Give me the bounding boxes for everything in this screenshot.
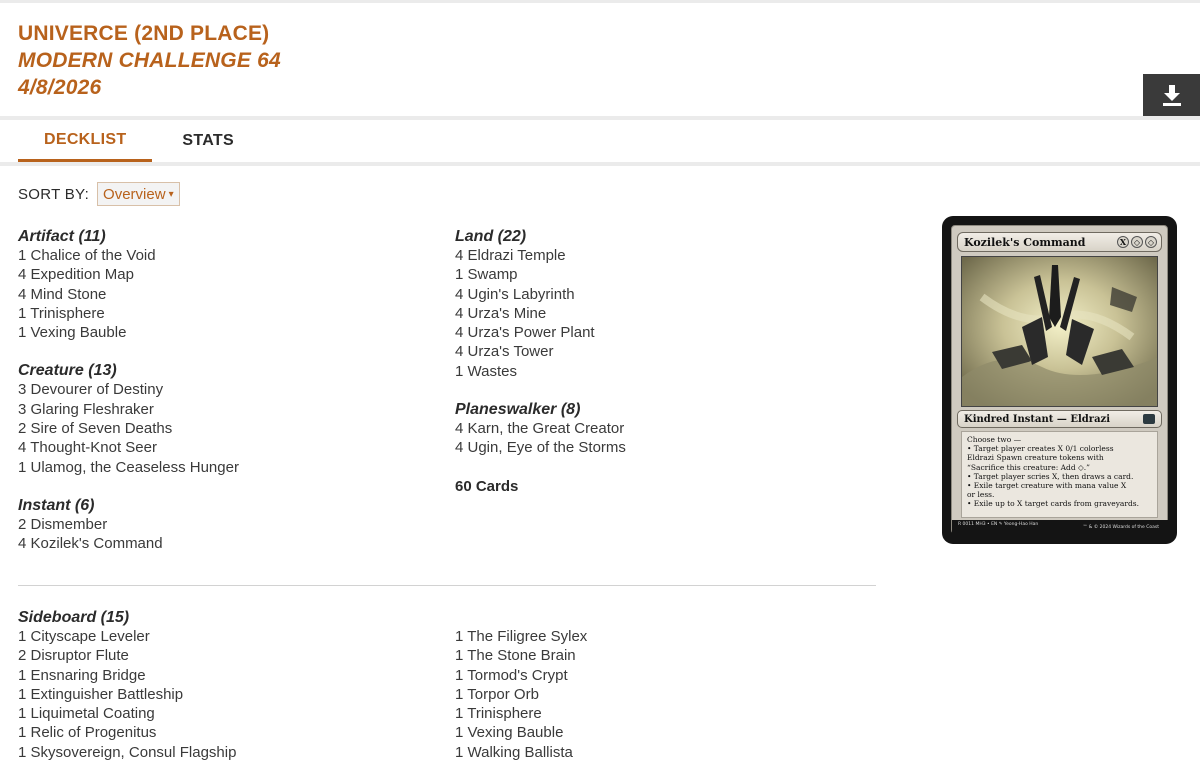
card-entry[interactable]: 4 Eldrazi Temple <box>455 246 875 265</box>
group-title: Instant (6) <box>18 496 95 514</box>
card-entry[interactable]: 1 Extinguisher Battleship <box>18 685 438 704</box>
card-entry[interactable]: 3 Glaring Fleshraker <box>18 400 438 419</box>
card-group-planeswalker: Planeswalker (8) 4 Karn, the Great Creat… <box>455 400 875 458</box>
card-rules-text: Choose two — • Target player creates X 0… <box>961 431 1158 518</box>
card-group-instant: Instant (6) 2 Dismember 4 Kozilek's Comm… <box>18 496 438 554</box>
card-entry[interactable]: 4 Ugin, Eye of the Storms <box>455 438 875 457</box>
card-entry[interactable]: 1 Relic of Progenitus <box>18 723 438 742</box>
download-icon <box>1162 85 1181 106</box>
card-entry[interactable]: 1 Walking Ballista <box>455 743 875 762</box>
sort-value: Overview <box>103 185 166 203</box>
mainboard-right-column: Land (22) 4 Eldrazi Temple 1 Swamp 4 Ugi… <box>455 227 875 496</box>
top-rule <box>0 0 1200 3</box>
card-entry[interactable]: 4 Urza's Mine <box>455 304 875 323</box>
rules-line: or less. <box>967 490 995 500</box>
deck-tabs: DECKLIST STATS <box>18 120 260 164</box>
eldrazi-art-illustration <box>962 257 1157 406</box>
sideboard-title: Sideboard (15) <box>18 609 130 626</box>
sideboard-divider <box>18 585 876 586</box>
card-entry[interactable]: 1 Chalice of the Void <box>18 246 438 265</box>
card-entry[interactable]: 4 Expedition Map <box>18 265 438 284</box>
card-entry[interactable]: 1 Tormod's Crypt <box>455 666 875 685</box>
card-entry[interactable]: 2 Disruptor Flute <box>18 646 438 665</box>
download-button[interactable] <box>1143 74 1200 116</box>
sort-select[interactable]: Overview ▾ <box>97 182 180 206</box>
card-entry[interactable]: 1 Vexing Bauble <box>455 723 875 742</box>
rules-line: • Target player creates X 0/1 colorless <box>967 444 1114 454</box>
card-group-creature: Creature (13) 3 Devourer of Destiny 3 Gl… <box>18 361 438 476</box>
event-date: 4/8/2026 <box>18 76 102 99</box>
card-entry[interactable]: 1 The Filigree Sylex <box>455 627 875 646</box>
card-entry[interactable]: 1 Skysovereign, Consul Flagship <box>18 743 438 762</box>
chevron-down-icon: ▾ <box>168 188 174 200</box>
card-entry[interactable]: 4 Thought-Knot Seer <box>18 438 438 457</box>
group-title: Artifact (11) <box>18 228 106 245</box>
rules-line: “Sacrifice this creature: Add ◇.” <box>967 462 1090 472</box>
mana-cost: X ◇ ◇ <box>1117 236 1157 248</box>
mana-symbol-icon: ◇ <box>1131 236 1143 248</box>
set-symbol-icon <box>1143 414 1155 424</box>
sort-label: SORT BY: <box>18 185 90 203</box>
group-title: Planeswalker (8) <box>455 401 581 419</box>
card-art <box>961 256 1158 407</box>
rules-line: Choose two — <box>967 435 1022 444</box>
card-entry[interactable]: 1 Trinisphere <box>455 704 875 723</box>
card-type: Kindred Instant — Eldrazi <box>964 413 1111 425</box>
card-entry[interactable]: 4 Urza's Tower <box>455 342 875 361</box>
card-entry[interactable]: 4 Urza's Power Plant <box>455 323 875 342</box>
card-group-land: Land (22) 4 Eldrazi Temple 1 Swamp 4 Ugi… <box>455 227 875 381</box>
event-title: MODERN CHALLENGE 64 <box>18 49 281 72</box>
tab-stats[interactable]: STATS <box>152 120 260 162</box>
tab-decklist[interactable]: DECKLIST <box>18 120 153 162</box>
player-title: UNIVERCE (2ND PLACE) <box>18 22 270 45</box>
card-collector-info: R 0011 MH3 • EN ✎ Yeong-Hao Han <box>958 522 1039 527</box>
card-entry[interactable]: 4 Mind Stone <box>18 285 438 304</box>
card-frame: Kozilek's Command X ◇ ◇ Kindred Instant … <box>951 225 1169 535</box>
group-title: Land (22) <box>455 228 527 245</box>
card-entry[interactable]: 4 Ugin's Labyrinth <box>455 285 875 304</box>
card-entry[interactable]: 1 Trinisphere <box>18 304 438 323</box>
tabs-divider <box>0 162 1200 166</box>
card-entry[interactable]: 1 Cityscape Leveler <box>18 627 438 646</box>
card-total: 60 Cards <box>455 477 519 495</box>
rules-line: Eldrazi Spawn creature tokens with <box>967 453 1104 463</box>
card-entry[interactable]: 1 Ensnaring Bridge <box>18 666 438 685</box>
mana-symbol-icon: ◇ <box>1145 236 1157 248</box>
card-entry[interactable]: 2 Sire of Seven Deaths <box>18 419 438 438</box>
card-entry[interactable]: 4 Kozilek's Command <box>18 534 438 553</box>
card-entry[interactable]: 1 Ulamog, the Ceaseless Hunger <box>18 458 438 477</box>
sort-control: SORT BY: Overview ▾ <box>18 182 180 206</box>
sideboard-left-column: Sideboard (15) 1 Cityscape Leveler 2 Dis… <box>18 608 438 762</box>
card-entry[interactable]: 1 Wastes <box>455 362 875 381</box>
rules-line: • Target player scries X, then draws a c… <box>967 471 1134 481</box>
mainboard-left-column: Artifact (11) 1 Chalice of the Void 4 Ex… <box>18 227 438 573</box>
card-type-line: Kindred Instant — Eldrazi <box>957 410 1162 428</box>
card-copyright: ™ & © 2024 Wizards of the Coast <box>1082 525 1159 530</box>
rules-line: • Exile up to X target cards from gravey… <box>967 499 1140 509</box>
card-entry[interactable]: 1 Vexing Bauble <box>18 323 438 342</box>
card-name: Kozilek's Command <box>964 235 1086 249</box>
mana-symbol-icon: X <box>1117 236 1129 248</box>
sideboard-right-column: 1 The Filigree Sylex 1 The Stone Brain 1… <box>455 627 875 762</box>
group-title: Creature (13) <box>18 362 117 380</box>
card-entry[interactable]: 1 Swamp <box>455 265 875 284</box>
card-entry[interactable]: 3 Devourer of Destiny <box>18 380 438 399</box>
card-entry[interactable]: 2 Dismember <box>18 515 438 534</box>
card-entry[interactable]: 1 Liquimetal Coating <box>18 704 438 723</box>
card-preview: Kozilek's Command X ◇ ◇ Kindred Instant … <box>942 216 1177 544</box>
card-group-artifact: Artifact (11) 1 Chalice of the Void 4 Ex… <box>18 227 438 342</box>
card-entry[interactable]: 1 Torpor Orb <box>455 685 875 704</box>
card-footer: R 0011 MH3 • EN ✎ Yeong-Hao Han ™ & © 20… <box>952 520 1169 535</box>
rules-line: • Exile target creature with mana value … <box>967 481 1127 491</box>
card-entry[interactable]: 4 Karn, the Great Creator <box>455 419 875 438</box>
card-entry[interactable]: 1 The Stone Brain <box>455 646 875 665</box>
card-name-bar: Kozilek's Command X ◇ ◇ <box>957 232 1162 252</box>
deck-header: UNIVERCE (2ND PLACE) MODERN CHALLENGE 64… <box>18 20 281 101</box>
